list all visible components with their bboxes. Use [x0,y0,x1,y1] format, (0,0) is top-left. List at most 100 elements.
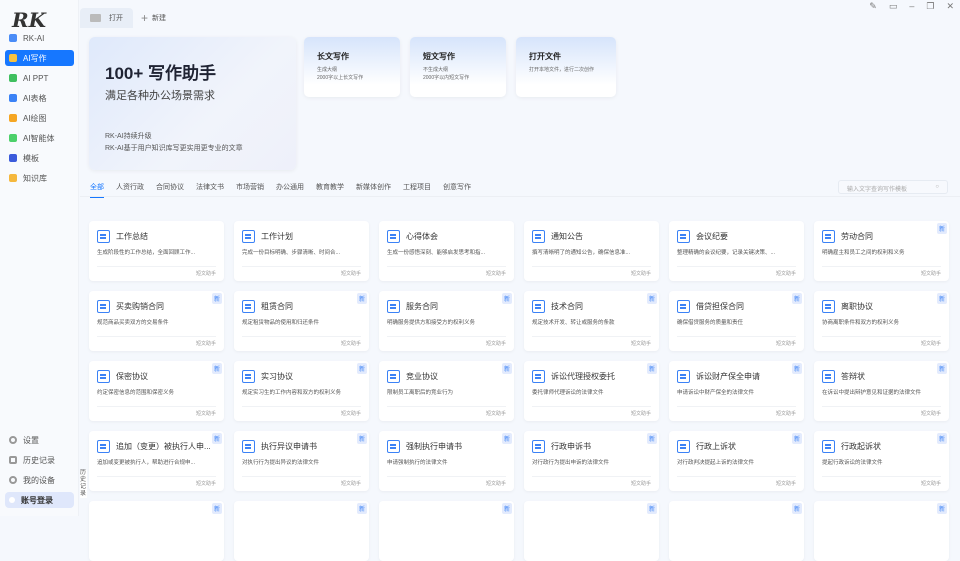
plus-icon: + [141,11,149,25]
nav-icon [9,54,17,62]
card-desc: 对行政判决提起上诉的法律文件 [677,460,755,466]
template-card[interactable]: 技术合同 规定技术开发、转让或服务的条款 短文助手 新 [524,291,659,351]
template-card[interactable]: 新 [524,501,659,561]
new-badge: 新 [791,363,802,374]
template-card[interactable]: 保密协议 约定保密信息的范围和保密义务 短文助手 新 [89,361,224,421]
new-tab-button[interactable]: + 新建 [141,11,166,25]
template-card[interactable]: 心得体会 生成一份感悟深刻、能够启发思考和指... 短文助手 [379,221,514,281]
template-card[interactable]: 行政申诉书 对行政行为提出申诉的法律文件 短文助手 新 [524,431,659,491]
nav-icon [9,114,17,122]
template-card[interactable]: 租赁合同 规定租赁物品的使用和归还条件 短文助手 新 [234,291,369,351]
short-writing-card[interactable]: 短文写作 不生成大纲 2000字以内短文写作 [410,37,506,97]
close-icon[interactable]: ✕ [946,1,954,12]
template-card[interactable]: 服务合同 明确服务提供方和接受方的权利义务 短文助手 新 [379,291,514,351]
sidebar-item[interactable]: 知识库 [5,170,74,186]
template-card[interactable]: 劳动合同 明确雇主和员工之间的权利和义务 短文助手 新 [814,221,949,281]
sidebar-item[interactable]: RK-AI [5,30,74,46]
sidebar-item[interactable]: AI绘图 [5,110,74,126]
card-footer: 短文助手 [532,336,651,347]
template-card[interactable]: 新 [234,501,369,561]
document-icon [387,300,400,313]
document-icon [677,370,690,383]
logo: RK [12,8,46,32]
card-footer: 短文助手 [532,476,651,487]
template-card[interactable]: 竞业协议 限制员工离职后的竞业行为 短文助手 新 [379,361,514,421]
sidebar-item[interactable]: AI PPT [5,70,74,86]
template-card[interactable]: 新 [89,501,224,561]
template-card[interactable]: 行政起诉状 提起行政诉讼的法律文件 短文助手 新 [814,431,949,491]
document-icon [242,370,255,383]
history-side-tab[interactable]: 历史记录 [80,470,87,498]
card-footer: 短文助手 [97,336,216,347]
template-card[interactable]: 工作总结 生成阶段性的工作总结，全面回顾工作... 短文助手 [89,221,224,281]
template-card[interactable]: 会议纪要 整理精确的会议纪要，记录关键决策、... 短文助手 [669,221,804,281]
new-badge: 新 [936,433,947,444]
card-desc: 对执行行为提出异议的法律文件 [242,460,320,466]
template-card[interactable]: 行政上诉状 对行政判决提起上诉的法律文件 短文助手 新 [669,431,804,491]
template-card[interactable]: 借贷担保合同 确保借贷服务的质量和责任 短文助手 新 [669,291,804,351]
template-card[interactable]: 诉讼代理授权委托 委托律师代理诉讼的法律文件 短文助手 新 [524,361,659,421]
new-badge: 新 [211,503,222,514]
sidebar-item[interactable]: AI表格 [5,90,74,106]
card-title: 工作计划 [261,232,293,241]
card-title: 行政起诉状 [841,442,881,451]
new-badge: 新 [356,363,367,374]
login-button[interactable]: 账号登录 [5,492,74,508]
card-title: 竞业协议 [406,372,438,381]
feedback-icon[interactable]: ▭ [889,1,898,12]
template-card[interactable]: 实习协议 规定实习生的工作内容和双方的权利义务 短文助手 新 [234,361,369,421]
label: AI写作 [23,53,47,63]
card-title: 买卖购销合同 [116,302,164,311]
card-title: 工作总结 [116,232,148,241]
edit-icon[interactable]: ✎ [869,1,877,12]
title: 打开文件 [529,52,561,61]
open-file-card[interactable]: 打开文件 打开本地文件，进行二次创作 [516,37,616,97]
template-card[interactable]: 答辩状 在诉讼中提出辩护意见和证据的法律文件 短文助手 新 [814,361,949,421]
document-icon [677,230,690,243]
label: 历史记录 [23,455,55,465]
hero-title: 100+ 写作助手 [105,64,217,83]
template-card[interactable]: 新 [814,501,949,561]
card-footer: 短文助手 [387,476,506,487]
template-card[interactable]: 执行异议申请书 对执行行为提出异议的法律文件 短文助手 新 [234,431,369,491]
minimize-icon[interactable]: – [909,1,914,12]
sidebar-item-settings[interactable]: 设置 [5,432,74,448]
label: 账号登录 [21,495,53,505]
new-badge: 新 [936,503,947,514]
template-card[interactable]: 强制执行申请书 申请强制执行的法律文件 短文助手 新 [379,431,514,491]
restore-icon[interactable]: ❐ [926,1,934,12]
sidebar-item[interactable]: AI智能体 [5,130,74,146]
long-writing-card[interactable]: 长文写作 生成大纲 2000字以上长文写作 [304,37,400,97]
template-card[interactable]: 诉讼财产保全申请 申请诉讼中财产保全的法律文件 短文助手 新 [669,361,804,421]
document-icon [387,440,400,453]
card-desc: 协商离职条件和双方的权利义务 [822,320,900,326]
template-search-input[interactable]: 输入文字查询写作模板 ○ [838,180,948,194]
template-card[interactable]: 新 [669,501,804,561]
template-card[interactable]: 通知公告 撰写清晰明了的通知公告，确保信息准... 短文助手 [524,221,659,281]
tab-open[interactable]: 打开 [80,8,133,28]
template-card[interactable]: 买卖购销合同 规范商品买卖双方的交易条件 短文助手 新 [89,291,224,351]
card-title: 诉讼代理授权委托 [551,372,615,381]
template-card[interactable]: 追加（变更）被执行人申... 追加或变更被执行人，帮助进行合规申... 短文助手 新 [89,431,224,491]
card-desc: 限制员工离职后的竞业行为 [387,390,454,396]
new-badge: 新 [356,503,367,514]
new-badge: 新 [936,363,947,374]
template-card[interactable]: 新 [379,501,514,561]
nav-icon [9,74,17,82]
sidebar-item-history[interactable]: 历史记录 [5,452,74,468]
new-badge: 新 [501,363,512,374]
template-card[interactable]: 离职协议 协商离职条件和双方的权利义务 短文助手 新 [814,291,949,351]
sidebar-item[interactable]: 模板 [5,150,74,166]
document-icon [822,440,835,453]
new-badge: 新 [211,433,222,444]
card-title: 心得体会 [406,232,438,241]
document-icon [677,300,690,313]
sidebar-item[interactable]: AI写作 [5,50,74,66]
search-icon[interactable]: ○ [935,184,939,190]
document-icon [532,370,545,383]
card-footer: 短文助手 [97,406,216,417]
card-title: 离职协议 [841,302,873,311]
template-card[interactable]: 工作计划 完成一份目标明确、步骤清晰、时间合... 短文助手 [234,221,369,281]
new-badge: 新 [791,503,802,514]
sidebar-item-devices[interactable]: 我的设备 [5,472,74,488]
